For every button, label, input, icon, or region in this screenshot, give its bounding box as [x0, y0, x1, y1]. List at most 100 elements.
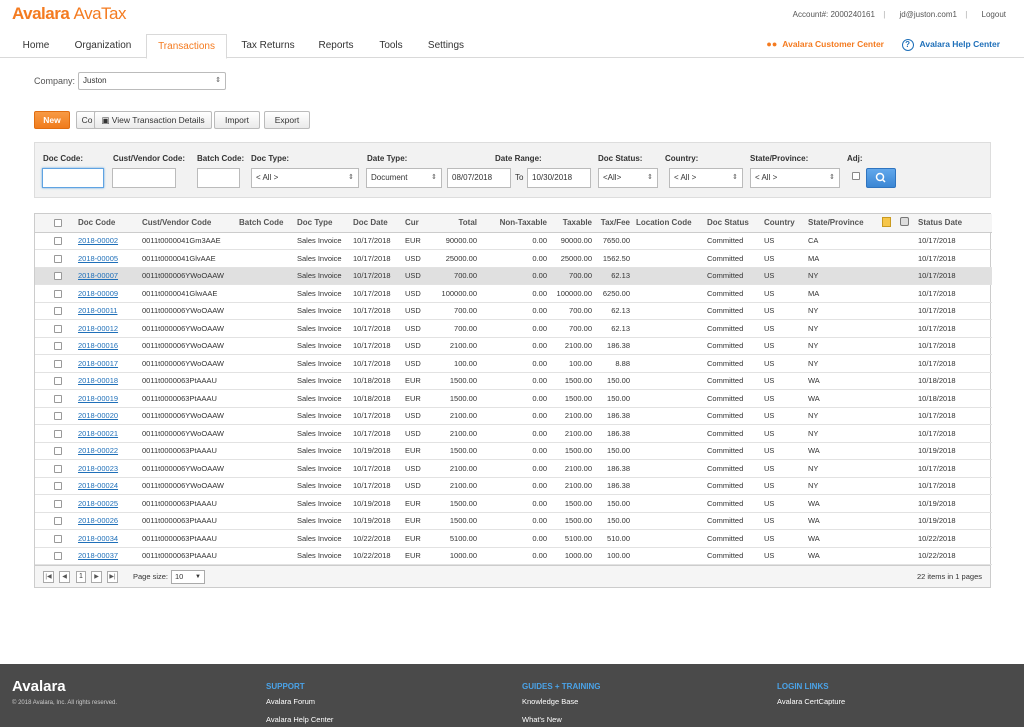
doc-code-link[interactable]: 2018-00034: [78, 534, 118, 543]
row-checkbox[interactable]: [35, 459, 75, 478]
col-cur[interactable]: Cur: [402, 214, 435, 233]
country-select[interactable]: < All > ⇕: [669, 168, 743, 188]
search-button[interactable]: [866, 168, 896, 188]
doc-code-link[interactable]: 2018-00002: [78, 236, 118, 245]
user-email[interactable]: jd@juston.com1: [900, 10, 957, 19]
doc-code-link[interactable]: 2018-00020: [78, 411, 118, 420]
tab-settings[interactable]: Settings: [420, 34, 472, 58]
doc-code-link[interactable]: 2018-00005: [78, 254, 118, 263]
row-checkbox[interactable]: [35, 442, 75, 460]
table-row[interactable]: 2018-00002 0011t0000041Gm3AAE Sales Invoic…: [35, 232, 992, 250]
table-row[interactable]: 2018-00017 0011t000006YWoOAAW Sales Invoic…: [35, 354, 992, 373]
knowledge-base-link[interactable]: Knowledge Base: [522, 697, 578, 706]
row-checkbox[interactable]: [35, 302, 75, 320]
select-all-checkbox[interactable]: [35, 214, 75, 233]
table-row[interactable]: 2018-00007 0011t000006YWoOAAW Sales Invoic…: [35, 267, 992, 285]
row-checkbox[interactable]: [35, 512, 75, 530]
col-country[interactable]: Country: [761, 214, 805, 233]
table-row[interactable]: 2018-00022 0011t0000063PtAAAU Sales Invoic…: [35, 442, 992, 460]
row-checkbox[interactable]: [35, 337, 75, 355]
doc-code-link[interactable]: 2018-00009: [78, 289, 118, 298]
doc-code-link[interactable]: 2018-00012: [78, 324, 118, 333]
doc-type-select[interactable]: < All > ⇕: [251, 168, 359, 188]
date-type-select[interactable]: Document ⇕: [366, 168, 442, 188]
table-row[interactable]: 2018-00023 0011t000006YWoOAAW Sales Invoic…: [35, 459, 992, 478]
col-location-code[interactable]: Location Code: [633, 214, 704, 233]
tab-tools[interactable]: Tools: [370, 34, 412, 58]
row-checkbox[interactable]: [35, 494, 75, 513]
last-page-button[interactable]: ▶|: [107, 571, 118, 583]
doc-code-link[interactable]: 2018-00023: [78, 464, 118, 473]
doc-code-link[interactable]: 2018-00021: [78, 429, 118, 438]
footer-help-center-link[interactable]: Avalara Help Center: [266, 715, 333, 724]
state-province-select[interactable]: < All > ⇕: [750, 168, 840, 188]
lock-icon[interactable]: [897, 214, 915, 233]
doc-code-input[interactable]: [42, 168, 104, 188]
table-row[interactable]: 2018-00016 0011t000006YWoOAAW Sales Invoic…: [35, 337, 992, 355]
table-row[interactable]: 2018-00037 0011t0000063PtAAAU Sales Invoic…: [35, 547, 992, 565]
date-to-input[interactable]: 10/30/2018: [527, 168, 591, 188]
import-button[interactable]: Import: [214, 111, 260, 129]
tab-organization[interactable]: Organization: [66, 34, 140, 58]
row-checkbox[interactable]: [35, 267, 75, 285]
forum-link[interactable]: Avalara Forum: [266, 697, 315, 706]
table-row[interactable]: 2018-00021 0011t000006YWoOAAW Sales Invoic…: [35, 424, 992, 443]
avalara-logo[interactable]: Avalara AvaTax: [12, 4, 127, 24]
col-doc-code[interactable]: Doc Code: [75, 214, 139, 233]
doc-code-link[interactable]: 2018-00018: [78, 376, 118, 385]
doc-code-link[interactable]: 2018-00024: [78, 481, 118, 490]
view-transaction-details-button[interactable]: ▣ View Transaction Details: [94, 111, 212, 129]
row-checkbox[interactable]: [35, 354, 75, 373]
page-size-select[interactable]: 10 ▼: [171, 570, 205, 584]
table-row[interactable]: 2018-00009 0011t0000041GlwAAE Sales Invoic…: [35, 284, 992, 303]
logout-link[interactable]: Logout: [982, 10, 1006, 19]
tab-tax-returns[interactable]: Tax Returns: [234, 34, 302, 58]
doc-status-select[interactable]: <All> ⇕: [598, 168, 658, 188]
table-row[interactable]: 2018-00018 0011t0000063PtAAAU Sales Invoic…: [35, 372, 992, 390]
tab-transactions[interactable]: Transactions: [146, 34, 227, 59]
col-cust-vendor-code[interactable]: Cust/Vendor Code: [139, 214, 236, 233]
col-doc-date[interactable]: Doc Date: [350, 214, 402, 233]
table-row[interactable]: 2018-00024 0011t000006YWoOAAW Sales Invoic…: [35, 477, 992, 495]
table-row[interactable]: 2018-00005 0011t0000041GlvAAE Sales Invoic…: [35, 249, 992, 268]
help-center-link[interactable]: ? Avalara Help Center: [901, 39, 1000, 51]
doc-code-link[interactable]: 2018-00007: [78, 271, 118, 280]
doc-code-link[interactable]: 2018-00019: [78, 394, 118, 403]
row-checkbox[interactable]: [35, 389, 75, 408]
row-checkbox[interactable]: [35, 477, 75, 495]
certcapture-link[interactable]: Avalara CertCapture: [777, 697, 845, 706]
adj-checkbox[interactable]: [852, 172, 860, 180]
whats-new-link[interactable]: What's New: [522, 715, 562, 724]
table-row[interactable]: 2018-00034 0011t0000063PtAAAU Sales Invoic…: [35, 529, 992, 548]
tab-home[interactable]: Home: [12, 34, 60, 58]
table-row[interactable]: 2018-00019 0011t0000063PtAAAU Sales Invoic…: [35, 389, 992, 408]
table-row[interactable]: 2018-00020 0011t000006YWoOAAW Sales Invoic…: [35, 407, 992, 425]
table-row[interactable]: 2018-00025 0011t0000063PtAAAU Sales Invoic…: [35, 494, 992, 513]
row-checkbox[interactable]: [35, 319, 75, 338]
table-row[interactable]: 2018-00012 0011t000006YWoOAAW Sales Invoic…: [35, 319, 992, 338]
page-number-input[interactable]: 1: [76, 571, 86, 583]
col-state-province[interactable]: State/Province: [805, 214, 879, 233]
col-taxable[interactable]: Taxable: [550, 214, 595, 233]
next-page-button[interactable]: ▶: [91, 571, 102, 583]
prev-page-button[interactable]: ◀: [59, 571, 70, 583]
row-checkbox[interactable]: [35, 529, 75, 548]
batch-code-input[interactable]: [197, 168, 240, 188]
customer-center-link[interactable]: ●● Avalara Customer Center: [766, 39, 884, 49]
company-select[interactable]: Juston ⇕: [78, 72, 226, 90]
row-checkbox[interactable]: [35, 249, 75, 268]
first-page-button[interactable]: |◀: [43, 571, 54, 583]
doc-code-link[interactable]: 2018-00017: [78, 359, 118, 368]
doc-code-link[interactable]: 2018-00025: [78, 499, 118, 508]
tab-reports[interactable]: Reports: [312, 34, 360, 58]
table-row[interactable]: 2018-00026 0011t0000063PtAAAU Sales Invoic…: [35, 512, 992, 530]
col-status-date[interactable]: Status Date: [915, 214, 992, 233]
row-checkbox[interactable]: [35, 232, 75, 250]
col-total[interactable]: Total: [435, 214, 480, 233]
export-button[interactable]: Export: [264, 111, 310, 129]
cust-vendor-code-input[interactable]: [112, 168, 176, 188]
col-batch-code[interactable]: Batch Code: [236, 214, 294, 233]
date-from-input[interactable]: 08/07/2018: [447, 168, 511, 188]
note-icon[interactable]: [879, 214, 897, 233]
doc-code-link[interactable]: 2018-00037: [78, 551, 118, 560]
